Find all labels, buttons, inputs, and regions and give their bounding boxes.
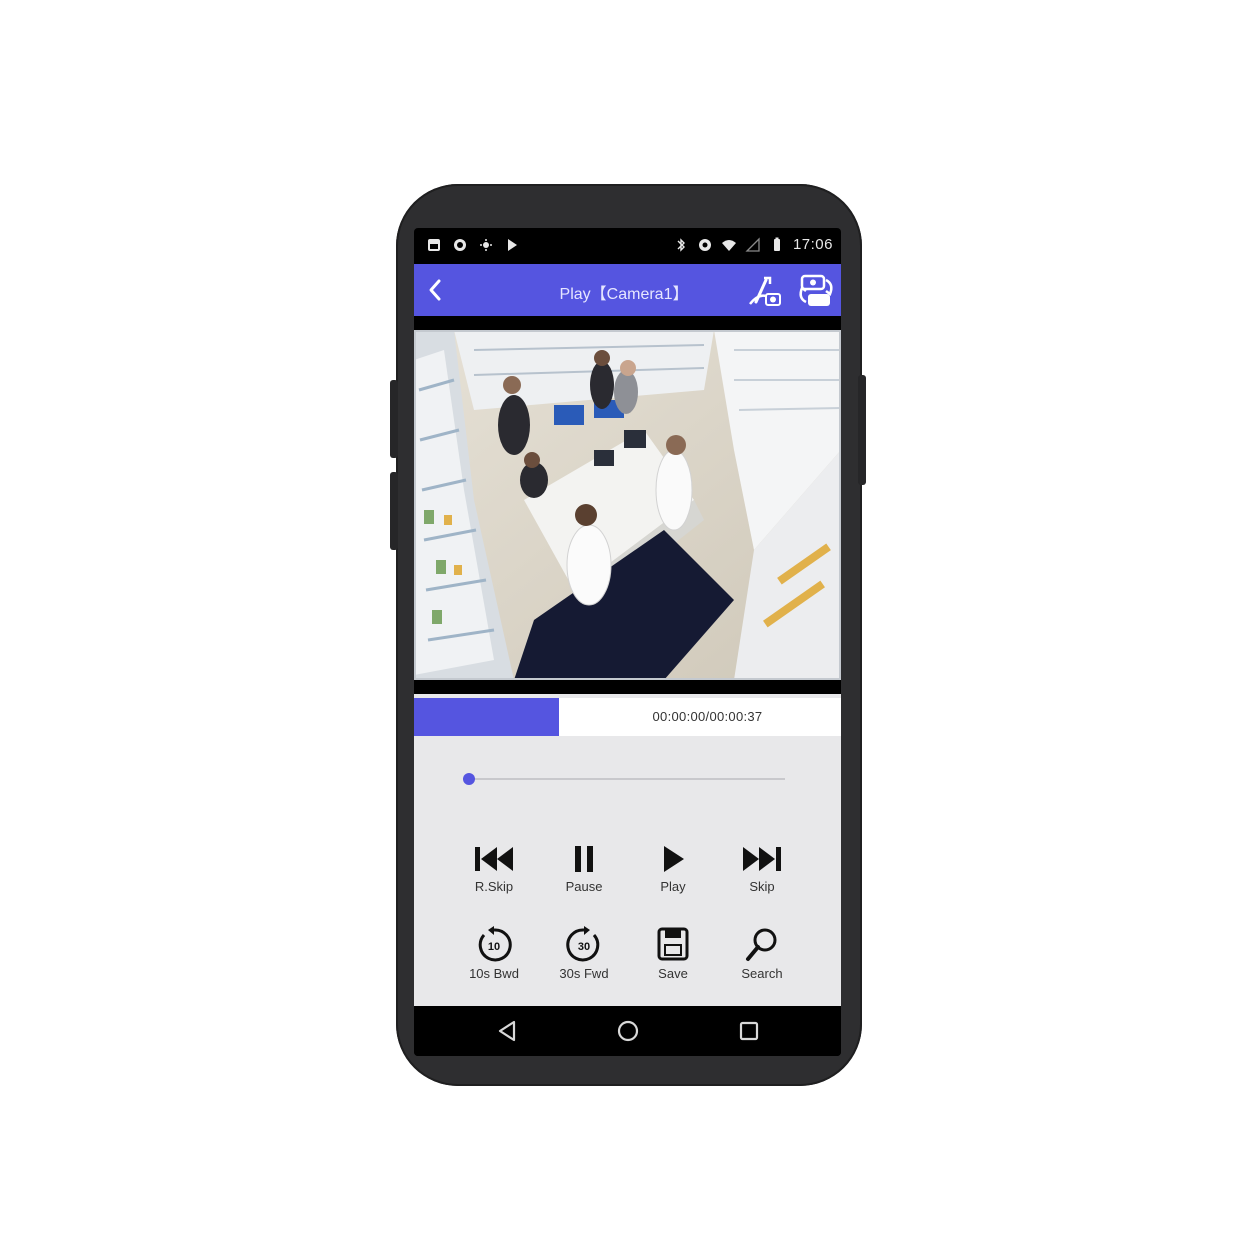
- switch-camera-icon[interactable]: [796, 272, 836, 310]
- home-circle-icon[interactable]: [615, 1018, 641, 1044]
- skip-forward-icon: [743, 847, 781, 871]
- pause-button[interactable]: Pause: [544, 841, 624, 894]
- pause-label: Pause: [565, 879, 603, 894]
- forward-30s-label: 30s Fwd: [559, 966, 609, 981]
- data-saver-icon: [698, 238, 711, 251]
- play-button[interactable]: Play: [633, 841, 713, 894]
- skip-button[interactable]: Skip: [722, 841, 802, 894]
- playback-time-text: 00:00:00/00:00:37: [652, 709, 763, 724]
- phone-side-button-left: [390, 380, 398, 458]
- forward-30-icon: 30: [566, 926, 600, 962]
- playback-time-bar[interactable]: 00:00:00/00:00:37: [414, 698, 841, 736]
- playback-progress-fill: [414, 698, 560, 736]
- playback-panel: 00:00:00/00:00:37 R.Skip Pause Play Skip…: [414, 316, 841, 1006]
- seek-slider-thumb[interactable]: [463, 773, 475, 785]
- back-triangle-icon[interactable]: [494, 1018, 520, 1044]
- save-label: Save: [658, 966, 688, 981]
- play-icon: [664, 846, 684, 872]
- skip-back-icon: [475, 847, 513, 871]
- recents-square-icon[interactable]: [736, 1018, 762, 1044]
- status-time: 17:06: [792, 236, 833, 253]
- rewind-10s-label: 10s Bwd: [469, 966, 519, 981]
- seek-slider[interactable]: [463, 773, 785, 785]
- camera-video-image: [414, 330, 841, 680]
- phone-side-button-right: [858, 375, 866, 485]
- chevron-left-icon[interactable]: [422, 276, 448, 304]
- status-bar: 17:06: [414, 228, 841, 264]
- snapshot-icon[interactable]: [744, 272, 784, 310]
- save-button[interactable]: Save: [633, 926, 713, 981]
- rewind-10-icon: 10: [478, 926, 512, 962]
- rewind-10-badge: 10: [488, 941, 500, 953]
- save-icon: [657, 927, 689, 961]
- system-nav-bar: [414, 1006, 841, 1056]
- phone-screen: 17:06 Play【Camera1】 00:00:00/00:00:37 R.…: [414, 228, 841, 1056]
- wifi-icon: [721, 239, 736, 251]
- reverse-skip-label: R.Skip: [474, 879, 514, 894]
- search-icon: [746, 928, 777, 961]
- reverse-skip-button[interactable]: R.Skip: [454, 841, 534, 894]
- camera-video[interactable]: [414, 330, 841, 680]
- rewind-10s-button[interactable]: 10 10s Bwd: [454, 926, 534, 981]
- signal-icon: [745, 236, 760, 252]
- skip-label: Skip: [749, 879, 775, 894]
- forward-30s-button[interactable]: 30 30s Fwd: [544, 926, 624, 981]
- search-button[interactable]: Search: [722, 926, 802, 981]
- battery-icon: [773, 237, 780, 251]
- settings-icon: [480, 239, 492, 251]
- phone-side-button-left-2: [390, 472, 398, 550]
- page-title: Play【Camera1】: [559, 286, 689, 303]
- notification-icon: [428, 239, 440, 251]
- circle-icon: [454, 239, 466, 251]
- search-label: Search: [741, 966, 783, 981]
- bluetooth-icon: [677, 237, 685, 252]
- video-frame: [414, 316, 841, 694]
- app-bar: Play【Camera1】: [414, 264, 841, 316]
- play-store-icon: [508, 239, 517, 251]
- pause-icon: [575, 846, 593, 872]
- forward-30-badge: 30: [578, 941, 590, 953]
- play-label: Play: [660, 879, 686, 894]
